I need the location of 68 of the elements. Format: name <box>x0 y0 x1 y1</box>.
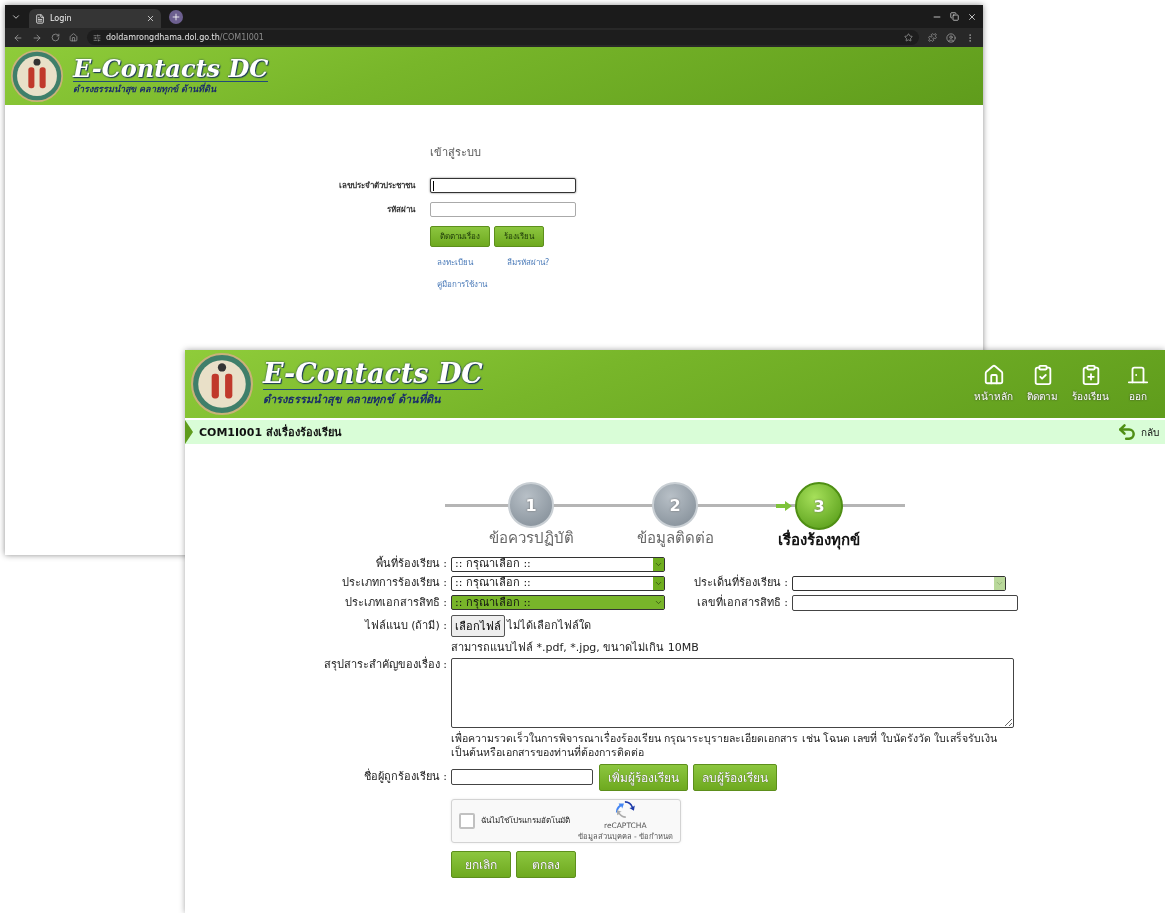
login-button[interactable]: ร้องเรียน <box>494 226 544 247</box>
bookmark-star-icon[interactable] <box>904 33 913 42</box>
input-field[interactable] <box>430 178 576 193</box>
breadcrumb-marker <box>185 420 193 444</box>
back-arrow-icon <box>1117 422 1137 442</box>
help-text: เพื่อความรวดเร็วในการพิจารณาเรื่องร้องเรียน กรุณาระบุรายละเอียดเอกสาร เช่น โฉนด เลขที่ ใบนัดรังวัด ใบเสร็จรับเงิน เป็นต้นหรือเอกสารของท่านที่ต้องการติดต่อ <box>451 732 999 760</box>
field-label: พื้นที่ร้องเรียน : <box>374 557 448 571</box>
file-hint: สามารถแนบไฟล์ *.pdf, *.jpg, ขนาดไม่เกิน 10MB <box>451 640 700 655</box>
back-link[interactable]: กลับ <box>1117 422 1159 442</box>
step-number: 1 <box>508 482 554 528</box>
input-field[interactable] <box>792 594 1018 611</box>
arrow-icon <box>776 501 792 511</box>
field-label: ประเด็นที่ร้องเรียน : <box>692 576 789 590</box>
step-number: 2 <box>652 482 698 528</box>
nav-item[interactable]: ติดตาม <box>1027 364 1058 404</box>
site-title: E-Contacts DC <box>73 55 269 83</box>
back-icon[interactable] <box>13 32 23 43</box>
home-icon <box>982 364 1005 386</box>
login-link[interactable]: คู่มือการใช้งาน <box>437 278 487 291</box>
choose-file-button[interactable]: เลือกไฟล์ <box>451 614 505 637</box>
login-button[interactable]: ติดตามเรื่อง <box>430 226 490 247</box>
captcha-label: ฉันไม่ใช่โปรแกรมอัตโนมัติ <box>481 815 571 826</box>
close-icon[interactable] <box>967 11 977 22</box>
step-number: 3 <box>795 482 843 530</box>
browser-tab[interactable]: Login <box>29 9 161 28</box>
nav-item[interactable]: หน้าหลัก <box>974 364 1013 404</box>
page-title: COM1I001 ส่งเรื่องร้องเรียน <box>199 423 342 441</box>
field-label: ประเภทเอกสารสิทธิ : <box>343 595 448 610</box>
extensions-icon[interactable] <box>928 33 937 42</box>
input-field[interactable] <box>451 769 593 786</box>
restore-icon[interactable] <box>950 12 959 21</box>
new-tab-button[interactable] <box>169 9 183 24</box>
site-title: E-Contacts DC <box>263 360 483 390</box>
page-icon <box>35 13 45 24</box>
address-bar[interactable]: doldamrongdhama.dol.go.th/COM1I001 <box>87 30 919 45</box>
emblem-drawing <box>191 353 253 415</box>
login-link[interactable]: ลืมรหัสผ่าน? <box>507 256 550 269</box>
file-status: ไม่ได้เลือกไฟล์ใด <box>507 618 591 633</box>
field-label: ประเภทการร้องเรียน : <box>340 576 448 590</box>
dropdown-field[interactable]: :: กรุณาเลือก :: <box>451 595 665 610</box>
reload-icon[interactable] <box>51 33 60 42</box>
dropdown-field[interactable]: :: กรุณาเลือก :: <box>451 575 665 591</box>
step-label: ข้อมูลติดต่อ <box>636 530 714 547</box>
emblem-drawing <box>11 50 63 102</box>
recaptcha-icon <box>615 800 636 821</box>
field-label: ชื่อผู้ถูกร้องเรียน : <box>362 770 448 784</box>
door-icon <box>1127 364 1149 386</box>
dropdown-field[interactable]: :: กรุณาเลือก :: <box>451 556 665 572</box>
forward-icon[interactable] <box>32 32 42 43</box>
home-icon[interactable] <box>69 33 78 42</box>
login-heading: เข้าสู่ระบบ <box>430 145 482 161</box>
login-link[interactable]: ลงทะเบียน <box>437 256 473 269</box>
site-settings-icon[interactable] <box>93 33 101 42</box>
summary-textarea[interactable] <box>451 658 1014 729</box>
captcha-checkbox[interactable] <box>459 812 475 829</box>
field-label: เลขประจำตัวประชาชน <box>338 180 415 192</box>
field-label: เลขที่เอกสารสิทธิ : <box>695 595 789 610</box>
site-slogan: ดำรงธรรมนำสุข คลายทุกข์ ด้านที่ดิน <box>73 82 218 97</box>
site-slogan: ดำรงธรรมนำสุข คลายทุกข์ ด้านที่ดิน <box>263 390 442 408</box>
nav-item[interactable]: ร้องเรียน <box>1072 364 1109 404</box>
input-field[interactable] <box>430 202 576 217</box>
step-label: ข้อควรปฏิบัติ <box>488 530 574 547</box>
profile-icon[interactable] <box>946 32 956 43</box>
close-icon[interactable] <box>146 14 155 23</box>
field-label: รหัสผ่าน <box>386 204 415 216</box>
nav-item[interactable]: ออก <box>1123 364 1153 404</box>
field-label: ไฟล์แนบ (ถ้ามี) : <box>363 618 448 633</box>
field-label: สรุปสาระสำคัญของเรื่อง : <box>322 658 448 672</box>
